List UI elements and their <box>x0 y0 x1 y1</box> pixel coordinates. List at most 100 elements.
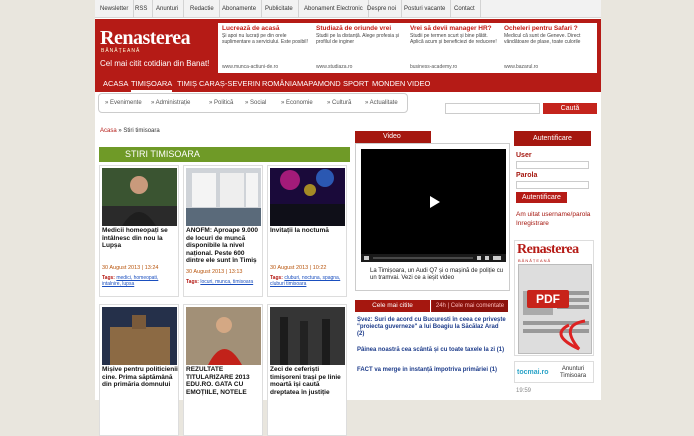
nav-romania[interactable]: ROMÂNIA <box>262 75 297 92</box>
ad-url[interactable]: business-academy.ro <box>410 64 457 70</box>
most-read-tabs: Cele mai citite 24h | Cele mai comentate <box>355 300 508 312</box>
article-date: 30 August 2013 | 10:22 <box>270 265 327 271</box>
tocmai-ad[interactable]: tocmai.ro Anunturi Timisoara <box>514 361 594 383</box>
tab-most-read[interactable]: Cele mai citite <box>355 300 431 312</box>
subnav-actualitate[interactable]: » Actualitate <box>365 94 398 112</box>
auth-title: Autentificare <box>514 131 591 146</box>
article-thumbnail[interactable] <box>270 307 345 365</box>
article-date: 30 August 2013 | 13:24 <box>102 265 159 271</box>
article-thumbnail[interactable] <box>102 168 177 226</box>
article-card[interactable]: Invitații la noctumă 30 August 2013 | 10… <box>267 165 347 297</box>
subnav-evenimente[interactable]: » Evenimente <box>105 94 142 112</box>
nav-timisoara[interactable]: TIMIȘOARA <box>131 75 173 92</box>
article-card[interactable]: REZULTATE TITULARIZARE 2013 EDU.RO. GATA… <box>183 304 263 436</box>
nav-acasa[interactable]: ACASA <box>103 75 128 92</box>
subnav-administratie[interactable]: » Administrație <box>151 94 190 112</box>
page: Newsletter RSS Anunturi Redactie Aboname… <box>95 0 601 436</box>
nav-timis[interactable]: TIMIȘ <box>177 75 197 92</box>
tocmai-text[interactable]: Anunturi Timisoara <box>553 366 593 380</box>
subnav-economie[interactable]: » Economie <box>281 94 313 112</box>
ad-title[interactable]: Lucrează de acasă <box>222 25 312 32</box>
ad-block[interactable]: Vrei să devii manager HR? Studii pe term… <box>410 25 500 71</box>
video-player[interactable] <box>361 149 506 260</box>
article-title[interactable]: Mișive pentru politicienii cine. Prima s… <box>102 366 178 389</box>
article-tags: Tags: medici, homeopati, intalnire, lups… <box>102 275 178 287</box>
article-tags: Tags: locuri, munca, timisoara <box>186 279 262 285</box>
ad-url[interactable]: www.munca-actiuni-de.ro <box>222 64 278 70</box>
ad-body: Studii pe termen scurt și bine plătit. A… <box>410 33 497 45</box>
nav-mapamond[interactable]: MAPAMOND <box>297 75 341 92</box>
article-card[interactable]: ANOFM: Aproape 9.000 de locuri de muncă … <box>183 165 263 297</box>
nav-video[interactable]: VIDEO <box>407 75 430 92</box>
login-button[interactable]: Autentificare <box>516 192 567 203</box>
breadcrumb: Acasa » Stiri timisoara <box>100 128 160 134</box>
site-logo[interactable]: Renasterea <box>100 28 191 48</box>
top-link-newsletter[interactable]: Newsletter <box>95 0 135 18</box>
top-link-publicitate[interactable]: Publicitate <box>260 0 299 18</box>
main-nav: ACASA TIMIȘOARA TIMIȘ CARAȘ-SEVERIN ROMÂ… <box>95 75 601 92</box>
article-thumbnail[interactable] <box>186 307 261 365</box>
top-link-anunturi[interactable]: Anunturi <box>151 0 185 18</box>
user-input[interactable] <box>516 161 589 169</box>
most-read-item[interactable]: FACT va merge in instanță împotriva prim… <box>357 367 507 374</box>
header-ads: Lucrează de acasă Și apoi nu lucrați pe … <box>218 23 597 73</box>
article-thumbnail[interactable] <box>186 168 261 226</box>
article-tags: Tags: cluburi, noctuna, spagna, cluburi … <box>270 275 346 287</box>
ad-block[interactable]: Studiază de oriunde vrei Studii pe la di… <box>316 25 406 71</box>
top-link-abonament-electronic[interactable]: Abonament Electronic <box>299 0 369 18</box>
article-title[interactable]: Zeci de ceferiști timișoreni trași pe li… <box>270 366 346 396</box>
video-widget: La Timișoara, un Audi Q7 și o mașină de … <box>355 143 510 291</box>
ad-title[interactable]: Ocheleri pentru Safari ? <box>504 25 594 32</box>
article-thumbnail[interactable] <box>102 307 177 365</box>
ad-url[interactable]: www.bazarul.ro <box>504 64 538 70</box>
section-title: STIRI TIMISOARA <box>99 147 350 162</box>
video-caption[interactable]: La Timișoara, un Audi Q7 și o mașină de … <box>370 268 505 282</box>
subnav-politica[interactable]: » Politică <box>209 94 233 112</box>
top-links-bar: Newsletter RSS Anunturi Redactie Aboname… <box>95 0 601 18</box>
subnav-social[interactable]: » Social <box>245 94 266 112</box>
nav-sport[interactable]: SPORT <box>343 75 369 92</box>
article-card[interactable]: Zeci de ceferiști timișoreni trași pe li… <box>267 304 347 436</box>
article-card[interactable]: Mișive pentru politicienii cine. Prima s… <box>99 304 179 436</box>
breadcrumb-home[interactable]: Acasa <box>100 128 117 134</box>
newspaper-thumbnail[interactable]: PDF <box>518 264 592 354</box>
article-title[interactable]: Medicii homeopați se întâlnesc din nou l… <box>102 227 178 250</box>
register-link[interactable]: Inregistrare <box>516 220 549 227</box>
ad-title[interactable]: Vrei să devii manager HR? <box>410 25 500 32</box>
most-read-item[interactable]: Șvez: Suri de acord cu Bucuresti în ceea… <box>357 317 507 338</box>
ad-block[interactable]: Lucrează de acasă Și apoi nu lucrați pe … <box>222 25 312 71</box>
ad-title[interactable]: Studiază de oriunde vrei <box>316 25 406 32</box>
ad-url[interactable]: www.studiaza.ro <box>316 64 352 70</box>
acrobat-icon <box>523 291 589 351</box>
forgot-password-link[interactable]: Am uitat username/parola <box>516 211 590 218</box>
video-controls[interactable] <box>361 254 506 262</box>
tag-links[interactable]: locuri, munca, timisoara <box>200 279 253 285</box>
tocmai-logo: tocmai.ro <box>517 369 549 376</box>
video-tab[interactable]: Video <box>355 131 431 143</box>
top-link-posturi-vacante[interactable]: Posturi vacante <box>399 0 452 18</box>
article-title[interactable]: ANOFM: Aproape 9.000 de locuri de muncă … <box>186 227 262 265</box>
top-link-rss[interactable]: RSS <box>130 0 154 18</box>
ad-block[interactable]: Ocheleri pentru Safari ? Medicul că sunt… <box>504 25 594 71</box>
play-icon[interactable] <box>430 196 440 208</box>
subnav-cultura[interactable]: » Cultură <box>327 94 351 112</box>
progress-bar-icon[interactable] <box>361 254 506 262</box>
search-button[interactable]: Caută <box>543 103 597 114</box>
nav-caras-severin[interactable]: CARAȘ-SEVERIN <box>199 75 260 92</box>
article-title[interactable]: REZULTATE TITULARIZARE 2013 EDU.RO. GATA… <box>186 366 262 396</box>
password-input[interactable] <box>516 181 589 189</box>
top-link-contact[interactable]: Contact <box>449 0 481 18</box>
clock-text: 19:59 <box>516 388 532 394</box>
pdf-edition[interactable]: Renasterea BĂNĂȚEANĂ PDF <box>514 240 594 356</box>
article-card[interactable]: Medicii homeopați se întâlnesc din nou l… <box>99 165 179 297</box>
most-read-item[interactable]: Pâinea noastră cea scântă și cu toate ta… <box>357 347 507 354</box>
top-link-abonamente[interactable]: Abonamente <box>217 0 263 18</box>
top-link-redactie[interactable]: Redactie <box>185 0 220 18</box>
article-title[interactable]: Invitații la noctumă <box>270 227 346 235</box>
nav-monden[interactable]: MONDEN <box>372 75 405 92</box>
top-link-despre-noi[interactable]: Despre noi <box>362 0 403 18</box>
search-input[interactable] <box>445 103 540 114</box>
tab-most-commented[interactable]: 24h | Cele mai comentate <box>432 300 508 312</box>
article-thumbnail[interactable] <box>270 168 345 226</box>
ad-body: Și apoi nu lucrați pe din orele suplimen… <box>222 33 308 45</box>
